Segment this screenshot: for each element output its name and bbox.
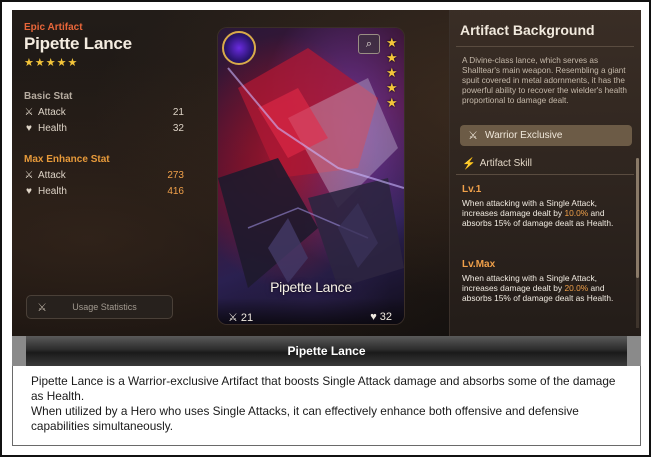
lvmax-highlight: 20.0% [564,283,589,293]
sword-icon: ⚔ [24,169,34,181]
artifact-skill-title: ⚡ Artifact Skill [462,157,532,170]
card-name: Pipette Lance [270,279,352,295]
stat-value: 32 [172,122,184,134]
divider [456,46,634,47]
card-star-rating: ★ ★ ★ ★ ★ [386,36,398,109]
star-icon: ★ [67,57,78,69]
artifact-card[interactable]: ⌕ ★ ★ ★ ★ ★ Pipette Lance ⚔ 21 ♥ 32 [218,28,404,324]
artifact-info-panel: Epic Artifact Pipette Lance ★ ★ ★ ★ ★ Ba… [24,22,184,322]
background-title: Artifact Background [460,22,595,38]
sword-icon: ⚔ [24,106,34,118]
heart-icon: ♥ [26,185,32,197]
artifact-emblem-icon [222,31,256,65]
lv1-description: When attacking with a Single Attack, inc… [462,198,632,228]
stat-value: 273 [167,169,184,181]
artifact-background-panel: Artifact Background A Divine-class lance… [449,10,641,336]
max-health-row: ♥ Health 416 [24,185,184,197]
star-icon: ★ [386,50,398,65]
sword-icon: ⚔ [228,312,238,324]
caption-title: Pipette Lance [287,344,366,358]
usage-statistics-button[interactable]: ⚔ Usage Statistics [26,295,173,319]
stat-label: Attack [38,106,66,118]
scrollbar-thumb[interactable] [636,158,639,278]
lv1-label: Lv.1 [462,184,482,195]
star-icon: ★ [56,57,67,69]
stat-label: Attack [38,169,66,181]
basic-stat-title: Basic Stat [24,91,73,102]
usage-statistics-label: Usage Statistics [72,302,137,312]
basic-attack-row: ⚔ Attack 21 [24,106,184,118]
star-icon: ★ [386,35,398,50]
star-icon: ★ [386,95,398,110]
star-icon: ★ [386,80,398,95]
description-box: Pipette Lance is a Warrior-exclusive Art… [12,366,641,446]
basic-health-row: ♥ Health 32 [24,122,184,134]
stat-label: Health [38,185,67,197]
lvmax-label: Lv.Max [462,259,496,270]
lightning-icon: ⚡ [462,158,476,170]
artifact-detail-screen: Epic Artifact Pipette Lance ★ ★ ★ ★ ★ Ba… [12,10,641,336]
artifact-name: Pipette Lance [24,34,132,53]
lv1-highlight: 10.0% [564,208,589,218]
card-attack-value: 21 [240,311,254,324]
star-icon: ★ [34,57,45,69]
skill-title-label: Artifact Skill [479,158,532,169]
max-enhance-stat-title: Max Enhance Stat [24,154,110,165]
lvmax-description: When attacking with a Single Attack, inc… [462,273,632,303]
zoom-icon[interactable]: ⌕ [358,34,380,54]
stat-label: Health [38,122,67,134]
stat-value: 416 [167,185,184,197]
card-attack: ⚔ 21 [228,311,254,325]
star-icon: ★ [45,57,56,69]
caption-bar: Pipette Lance [12,336,641,366]
class-exclusive-badge: ⚔ Warrior Exclusive [460,125,632,146]
description-paragraph: Pipette Lance is a Warrior-exclusive Art… [31,374,616,403]
star-rating: ★ ★ ★ ★ ★ [24,58,184,69]
rarity-label: Epic Artifact [24,22,83,33]
warrior-class-icon: ⚔ [468,130,478,142]
background-text: A Divine-class lance, which serves as Sh… [462,56,627,105]
max-attack-row: ⚔ Attack 273 [24,169,184,181]
divider [456,174,634,175]
description-paragraph: When utilized by a Hero who uses Single … [31,404,579,433]
heart-icon: ♥ [26,122,32,134]
star-icon: ★ [386,65,398,80]
star-icon: ★ [24,57,34,69]
card-health: ♥ 32 [370,311,392,323]
stat-value: 21 [172,106,184,118]
statistics-icon: ⚔ [37,301,47,314]
exclusive-label: Warrior Exclusive [485,130,563,141]
screenshot-frame: Epic Artifact Pipette Lance ★ ★ ★ ★ ★ Ba… [0,0,651,457]
heart-icon: ♥ [370,311,377,323]
card-health-value: 32 [379,311,392,323]
